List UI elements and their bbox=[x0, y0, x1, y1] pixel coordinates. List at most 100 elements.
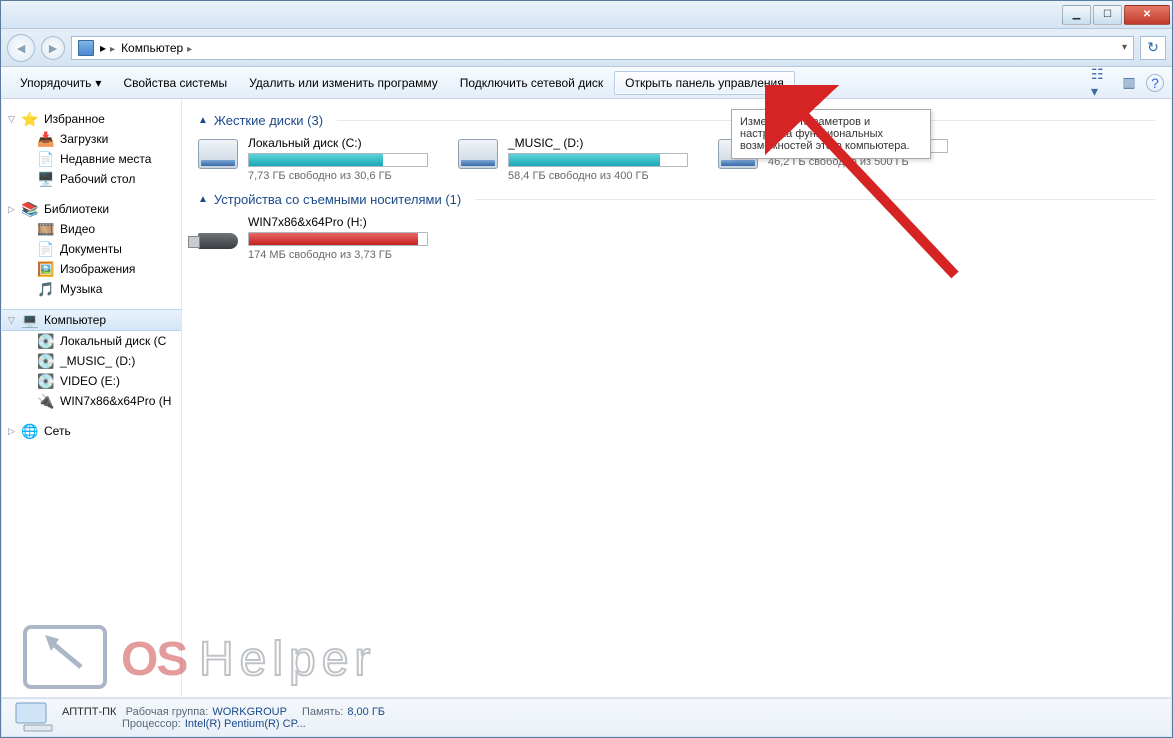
nav-desktop[interactable]: 🖥️ Рабочий стол bbox=[2, 169, 181, 189]
pictures-icon: 🖼️ bbox=[38, 261, 54, 277]
command-bar: Упорядочить ▾ Свойства системы Удалить и… bbox=[1, 67, 1172, 99]
nav-music[interactable]: 🎵 Музыка bbox=[2, 279, 181, 299]
nav-downloads-label: Загрузки bbox=[60, 132, 108, 146]
nav-network-header[interactable]: 🌐Сеть bbox=[2, 421, 181, 441]
music-icon: 🎵 bbox=[38, 281, 54, 297]
video-icon: 🎞️ bbox=[38, 221, 54, 237]
removable-drive-item[interactable]: WIN7x86&x64Pro (H:) 174 МБ свободно из 3… bbox=[198, 215, 428, 261]
nav-video[interactable]: 🎞️ Видео bbox=[2, 219, 181, 239]
nav-pictures[interactable]: 🖼️ Изображения bbox=[2, 259, 181, 279]
drive-info: WIN7x86&x64Pro (H:) 174 МБ свободно из 3… bbox=[248, 215, 428, 261]
organize-button[interactable]: Упорядочить ▾ bbox=[9, 71, 112, 95]
usb-drive-icon bbox=[198, 215, 238, 251]
drive-usage-bar bbox=[248, 232, 428, 246]
nav-drive-h[interactable]: 🔌 WIN7x86&x64Pro (H bbox=[2, 391, 181, 411]
help-button[interactable]: ? bbox=[1146, 74, 1164, 92]
minimize-button[interactable]: ▁ bbox=[1062, 5, 1091, 25]
maximize-button[interactable]: ☐ bbox=[1093, 5, 1122, 25]
hard-drives-row: Локальный диск (C:) 7,73 ГБ свободно из … bbox=[198, 136, 1155, 182]
group-removable[interactable]: ▲ Устройства со съемными носителями (1) bbox=[198, 192, 1155, 207]
drive-name: WIN7x86&x64Pro (H:) bbox=[248, 215, 428, 229]
collapse-icon: ▲ bbox=[198, 115, 208, 126]
drive-info: _MUSIC_ (D:) 58,4 ГБ свободно из 400 ГБ bbox=[508, 136, 688, 182]
nav-downloads[interactable]: 📥Загрузки bbox=[2, 129, 181, 149]
content-area: ▲ Жесткие диски (3) Локальный диск (C:) 7… bbox=[182, 99, 1171, 697]
nav-recent[interactable]: 📄Недавние места bbox=[2, 149, 181, 169]
refresh-button[interactable]: ↻ bbox=[1140, 36, 1166, 60]
hdd-drive-icon bbox=[458, 136, 498, 172]
drive-icon: 💽 bbox=[38, 333, 54, 349]
drive-name: Локальный диск (C:) bbox=[248, 136, 428, 150]
nav-documents-label: Документы bbox=[60, 242, 122, 256]
usb-icon: 🔌 bbox=[38, 393, 54, 409]
system-properties-button[interactable]: Свойства системы bbox=[112, 71, 238, 95]
group-hard-drives[interactable]: ▲ Жесткие диски (3) bbox=[198, 113, 1155, 128]
organize-label: Упорядочить bbox=[20, 76, 91, 90]
details-cpu: Intel(R) Pentium(R) CP... bbox=[185, 718, 306, 730]
tooltip: Изменение параметров и настройка функцио… bbox=[731, 109, 931, 159]
hard-drive-item[interactable]: _MUSIC_ (D:) 58,4 ГБ свободно из 400 ГБ bbox=[458, 136, 688, 182]
computer-large-icon bbox=[14, 701, 54, 733]
view-options-button[interactable]: ☷ ▾ bbox=[1090, 72, 1112, 94]
preview-pane-button[interactable]: ▥ bbox=[1118, 72, 1140, 94]
map-network-drive-button[interactable]: Подключить сетевой диск bbox=[449, 71, 614, 95]
nav-drive-d[interactable]: 💽_MUSIC_ (D:) bbox=[2, 351, 181, 371]
nav-drive-c[interactable]: 💽Локальный диск (C bbox=[2, 331, 181, 351]
hdd-drive-icon bbox=[198, 136, 238, 172]
titlebar: ▁ ☐ ✕ bbox=[1, 1, 1172, 29]
address-bar[interactable]: ▸ Компьютер ▾ bbox=[71, 36, 1134, 60]
chevron-down-icon: ▾ bbox=[95, 76, 101, 90]
desktop-icon: 🖥️ bbox=[38, 171, 54, 187]
breadcrumb-root[interactable]: ▸ bbox=[100, 41, 115, 55]
collapse-icon: ▲ bbox=[198, 194, 208, 205]
close-button[interactable]: ✕ bbox=[1124, 5, 1170, 25]
nav-favorites-header[interactable]: ⭐ Избранное bbox=[2, 109, 181, 129]
nav-video-label: Видео bbox=[60, 222, 95, 236]
nav-libraries-header[interactable]: 📚Библиотеки bbox=[2, 199, 181, 219]
computer-icon bbox=[78, 40, 94, 56]
nav-drive-h-label: WIN7x86&x64Pro (H bbox=[60, 394, 171, 408]
breadcrumb-computer[interactable]: Компьютер bbox=[121, 41, 192, 55]
drive-free-space: 58,4 ГБ свободно из 400 ГБ bbox=[508, 170, 688, 182]
navigation-pane: ⭐Избранное 📥Загрузки 📄Недавние места 🖥️Р… bbox=[2, 99, 182, 697]
uninstall-program-button[interactable]: Удалить или изменить программу bbox=[238, 71, 449, 95]
details-cpu-label: Процессор: bbox=[122, 718, 181, 730]
nav-music-label: Музыка bbox=[60, 282, 102, 296]
nav-libraries-label: Библиотеки bbox=[44, 202, 109, 216]
details-pane: АПТПТ-ПК Рабочая группа:WORKGROUP Память… bbox=[2, 698, 1171, 736]
nav-drive-d-label: _MUSIC_ (D:) bbox=[60, 354, 135, 368]
details-memory-label: Память: bbox=[302, 706, 343, 718]
nav-recent-label: Недавние места bbox=[60, 152, 151, 166]
forward-button[interactable]: ► bbox=[41, 36, 65, 60]
drive-free-space: 7,73 ГБ свободно из 30,6 ГБ bbox=[248, 170, 428, 182]
hard-drive-item[interactable]: Локальный диск (C:) 7,73 ГБ свободно из … bbox=[198, 136, 428, 182]
drive-icon: 💽 bbox=[38, 373, 54, 389]
nav-pictures-label: Изображения bbox=[60, 262, 135, 276]
explorer-window: ▁ ☐ ✕ ◄ ► ▸ Компьютер ▾ ↻ Упорядочить ▾ … bbox=[0, 0, 1173, 738]
documents-icon: 📄 bbox=[38, 241, 54, 257]
nav-favorites-label: Избранное bbox=[44, 112, 105, 126]
details-name-block: АПТПТ-ПК Рабочая группа:WORKGROUP Память… bbox=[62, 706, 385, 730]
address-dropdown-icon[interactable]: ▾ bbox=[1122, 42, 1127, 53]
details-computer-name: АПТПТ-ПК bbox=[62, 706, 116, 718]
star-icon: ⭐ bbox=[22, 111, 38, 127]
computer-icon: 💻 bbox=[22, 312, 38, 328]
group-hdd-label: Жесткие диски (3) bbox=[214, 113, 323, 128]
navigation-row: ◄ ► ▸ Компьютер ▾ ↻ bbox=[1, 29, 1172, 67]
drive-free-space: 174 МБ свободно из 3,73 ГБ bbox=[248, 249, 428, 261]
nav-desktop-label: Рабочий стол bbox=[60, 172, 135, 186]
drive-usage-bar bbox=[248, 153, 428, 167]
group-removable-label: Устройства со съемными носителями (1) bbox=[214, 192, 461, 207]
back-button[interactable]: ◄ bbox=[7, 34, 35, 62]
nav-drive-e[interactable]: 💽 VIDEO (E:) bbox=[2, 371, 181, 391]
nav-documents[interactable]: 📄 Документы bbox=[2, 239, 181, 259]
drive-name: _MUSIC_ (D:) bbox=[508, 136, 688, 150]
nav-drive-e-label: VIDEO (E:) bbox=[60, 374, 120, 388]
network-icon: 🌐 bbox=[22, 423, 38, 439]
details-memory: 8,00 ГБ bbox=[347, 706, 385, 718]
open-control-panel-button[interactable]: Открыть панель управления bbox=[614, 71, 795, 95]
nav-computer-header[interactable]: 💻 Компьютер bbox=[2, 309, 181, 331]
drive-info: Локальный диск (C:) 7,73 ГБ свободно из … bbox=[248, 136, 428, 182]
nav-computer-label: Компьютер bbox=[44, 313, 106, 327]
explorer-body: ⭐Избранное 📥Загрузки 📄Недавние места 🖥️Р… bbox=[2, 99, 1171, 697]
